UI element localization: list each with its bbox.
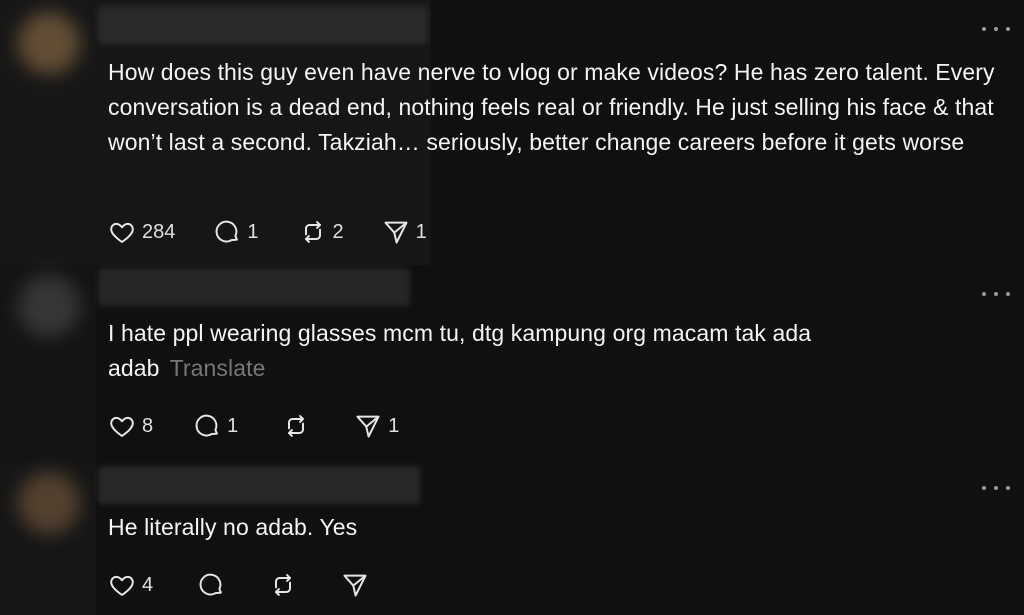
comment-icon	[199, 573, 223, 596]
send-icon	[384, 221, 408, 244]
reply-count: 1	[247, 220, 259, 243]
post-actions: 8 1 1	[108, 411, 399, 441]
username-redacted[interactable]	[98, 6, 428, 44]
repost-button[interactable]: 2	[299, 218, 344, 246]
more-icon	[982, 292, 986, 296]
reply-button[interactable]: 1	[193, 412, 238, 440]
post-text: I hate ppl wearing glasses mcm tu, dtg k…	[108, 316, 908, 386]
post-2: I hate ppl wearing glasses mcm tu, dtg k…	[0, 265, 1024, 462]
repost-icon	[304, 221, 321, 243]
more-options-button[interactable]	[982, 22, 1010, 36]
translate-link[interactable]: Translate	[170, 355, 266, 381]
heart-icon	[110, 575, 134, 596]
avatar[interactable]	[18, 12, 80, 74]
repost-icon	[275, 574, 292, 596]
repost-icon	[288, 415, 305, 437]
comment-icon	[215, 220, 239, 243]
share-count: 1	[415, 220, 427, 243]
like-count: 284	[142, 220, 176, 243]
more-options-button[interactable]	[982, 481, 1010, 495]
more-icon	[982, 486, 986, 490]
reply-count: 1	[227, 414, 239, 437]
like-button[interactable]: 8	[108, 412, 153, 440]
avatar[interactable]	[18, 275, 80, 337]
heart-icon	[110, 222, 134, 243]
send-icon	[343, 574, 367, 597]
avatar[interactable]	[18, 472, 80, 534]
post-actions: 284 1 2 1	[108, 217, 427, 247]
username-redacted[interactable]	[98, 268, 410, 306]
more-icon	[982, 27, 986, 31]
like-button[interactable]: 4	[108, 571, 153, 599]
reply-button[interactable]: 1	[213, 218, 259, 246]
share-button[interactable]: 1	[354, 412, 399, 440]
share-button[interactable]	[341, 571, 369, 599]
repost-button[interactable]	[269, 571, 297, 599]
repost-button[interactable]	[282, 412, 310, 440]
post-text: He literally no adab. Yes	[108, 514, 358, 540]
thread-feed: How does this guy even have nerve to vlo…	[0, 0, 1024, 615]
comment-icon	[195, 414, 219, 437]
share-button[interactable]: 1	[382, 218, 427, 246]
post-3: He literally no adab. Yes 4	[0, 462, 1024, 615]
like-count: 4	[142, 573, 154, 596]
reply-button[interactable]	[197, 571, 225, 599]
like-button[interactable]: 284	[108, 218, 175, 246]
send-icon	[356, 415, 380, 438]
post-actions: 4	[108, 570, 369, 600]
post-text: How does this guy even have nerve to vlo…	[108, 59, 995, 155]
share-count: 1	[388, 414, 400, 437]
heart-icon	[110, 416, 134, 437]
more-options-button[interactable]	[982, 287, 1010, 301]
repost-count: 2	[332, 220, 344, 243]
post-1: How does this guy even have nerve to vlo…	[0, 0, 1024, 265]
username-redacted[interactable]	[98, 466, 420, 504]
like-count: 8	[142, 414, 154, 437]
